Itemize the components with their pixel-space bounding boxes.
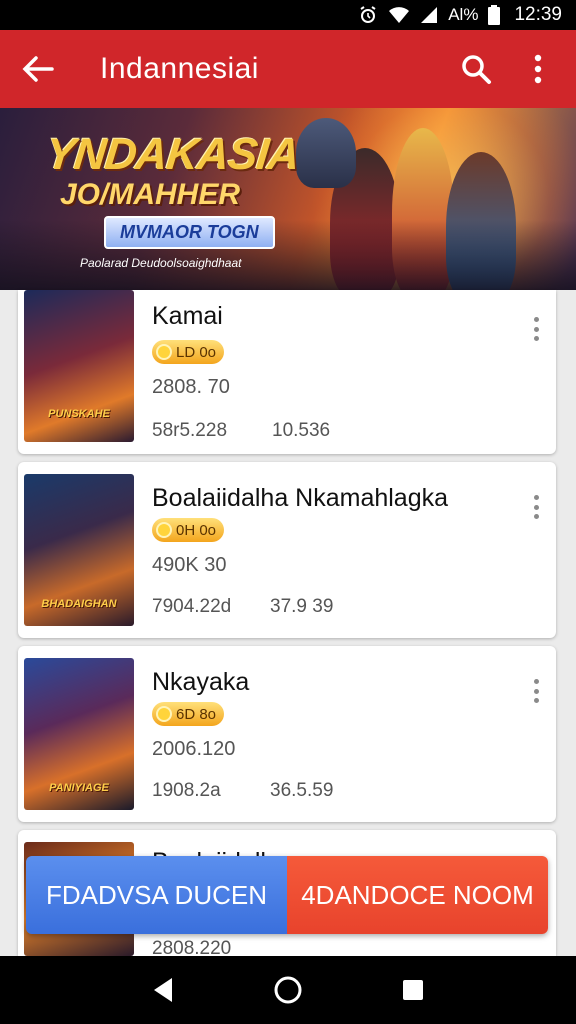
- page-title: Indannesiai: [100, 52, 259, 85]
- banner-subtitle: MVMAOR TOGN: [104, 216, 275, 249]
- nav-recents-button[interactable]: [393, 970, 433, 1010]
- card-more-button[interactable]: [526, 492, 546, 522]
- game-thumbnail: BHADAIGHAN: [24, 474, 134, 626]
- game-stat-tertiary: 36.5.59: [270, 780, 334, 801]
- badge-value: LD 0o: [176, 343, 217, 361]
- more-dot-icon: [533, 495, 539, 500]
- game-stat-secondary: 58r5.228: [152, 420, 228, 441]
- signal-icon: [420, 6, 438, 24]
- game-stat-tertiary: 10.536: [272, 420, 331, 441]
- game-stat-primary: 490K 30: [152, 554, 227, 576]
- more-dot-icon: [533, 504, 539, 510]
- more-dot-icon: [533, 317, 539, 322]
- game-title: Kamai: [152, 302, 223, 330]
- more-dot-icon: [533, 679, 539, 684]
- clock: 12:39: [514, 4, 562, 25]
- banner-title-line2: JO/MAHHER: [60, 178, 241, 211]
- game-thumbnail: PUNSKAHE: [24, 290, 134, 442]
- search-button[interactable]: [454, 47, 498, 91]
- arrow-left-icon: [22, 56, 54, 82]
- coin-badge: LD 0o: [152, 340, 225, 364]
- more-dot-icon: [533, 698, 539, 703]
- game-thumbnail: PANIYIAGE: [24, 658, 134, 810]
- game-stat-primary: 2006.120: [152, 738, 236, 760]
- alarm-icon: [358, 5, 378, 25]
- game-title: Boalaiidalha Nkamahlagka: [152, 484, 449, 512]
- back-button[interactable]: [16, 47, 60, 91]
- more-dot-icon: [533, 326, 539, 332]
- back-triangle-icon: [153, 978, 172, 1002]
- more-dot-icon: [533, 688, 539, 694]
- status-bar: Al% 12:39: [0, 0, 576, 30]
- nav-home-button[interactable]: [268, 970, 308, 1010]
- game-title: Nkayaka: [152, 668, 250, 696]
- floating-action-bar: FDADVSA DUCEN 4DANDOCE NOOM: [26, 856, 548, 934]
- thumbnail-title: PANIYIAGE: [49, 782, 109, 794]
- game-card[interactable]: PUNSKAHE Kamai LD 0o 2808. 70 58r5.228 1…: [18, 290, 556, 454]
- home-circle-icon: [274, 976, 302, 1004]
- coin-icon: [156, 344, 172, 360]
- badge-value: 0H 0o: [176, 521, 217, 539]
- search-icon: [462, 55, 491, 84]
- banner-cityscape: [0, 220, 576, 290]
- more-vertical-icon: [534, 54, 542, 84]
- battery-icon: [488, 5, 501, 25]
- creature-figure: [296, 118, 356, 188]
- coin-icon: [156, 522, 172, 538]
- game-card[interactable]: BHADAIGHAN Boalaiidalha Nkamahlagka 0H 0…: [18, 462, 556, 638]
- game-card[interactable]: PANIYIAGE Nkayaka 6D 8o 2006.120 1908.2a…: [18, 646, 556, 822]
- thumbnail-title: PUNSKAHE: [48, 408, 110, 420]
- game-stat-secondary: 7904.22d: [152, 596, 232, 617]
- more-dot-icon: [533, 336, 539, 341]
- nav-back-button[interactable]: [143, 970, 183, 1010]
- coin-badge: 6D 8o: [152, 702, 225, 726]
- overflow-menu-button[interactable]: [516, 47, 560, 91]
- battery-percent: Al%: [448, 5, 479, 24]
- promo-banner[interactable]: YNDAKASIA JO/MAHHER MVMAOR TOGN Paolarad…: [0, 108, 576, 290]
- wifi-icon: [388, 6, 410, 24]
- card-more-button[interactable]: [526, 676, 546, 706]
- more-dot-icon: [533, 514, 539, 519]
- app-bar: Indannesiai: [0, 30, 576, 108]
- game-stat-tertiary: 37.9 39: [270, 596, 334, 617]
- coin-badge: 0H 0o: [152, 518, 225, 542]
- badge-value: 6D 8o: [176, 705, 217, 723]
- game-stat-primary: 2808. 70: [152, 376, 230, 398]
- banner-title: YNDAKASIA: [43, 130, 302, 179]
- game-stat-secondary: 1908.2a: [152, 780, 221, 801]
- primary-action-button[interactable]: FDADVSA DUCEN: [26, 856, 287, 934]
- thumbnail-title: BHADAIGHAN: [41, 598, 117, 610]
- banner-caption: Paolarad Deudoolsoaighdhaat: [80, 256, 242, 270]
- recents-square-icon: [403, 980, 424, 1000]
- system-nav-bar: [0, 956, 576, 1024]
- card-more-button[interactable]: [526, 314, 546, 344]
- coin-icon: [156, 706, 172, 722]
- secondary-action-button[interactable]: 4DANDOCE NOOM: [287, 856, 548, 934]
